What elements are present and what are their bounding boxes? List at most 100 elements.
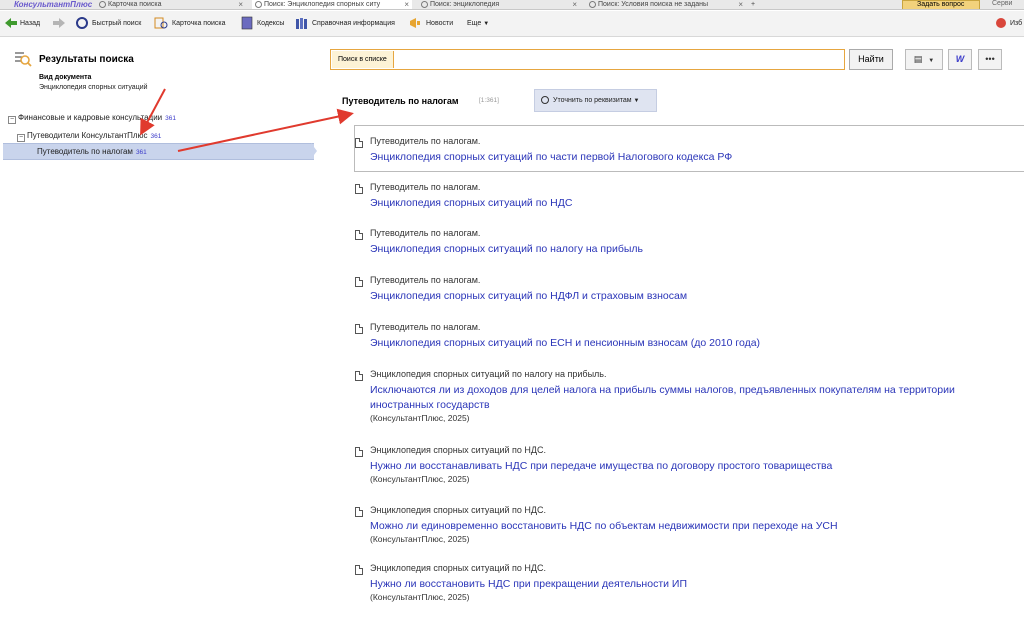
list-item[interactable]: Энциклопедия спорных ситуаций по НДС. Мо… (354, 495, 1024, 553)
result-title-link[interactable]: Энциклопедия спорных ситуаций по налогу … (370, 242, 1020, 257)
document-icon (355, 507, 363, 517)
tree-item-financial[interactable]: − Финансовые и кадровые консультации 361 (8, 113, 176, 124)
tab-no-conditions[interactable]: Поиск: Условия поиска не заданы × (586, 0, 746, 9)
left-panel: Результаты поиска Вид документа Энциклоп… (0, 37, 320, 625)
brand-logo: КонсультантПлюс (14, 0, 93, 9)
search-icon (76, 17, 88, 29)
result-publication: (КонсультантПлюс, 2025) (370, 534, 470, 544)
tab-bar: КонсультантПлюс Карточка поиска × Поиск:… (0, 0, 1024, 10)
list-item[interactable]: Путеводитель по налогам. Энциклопедия сп… (354, 125, 1024, 171)
result-source: Энциклопедия спорных ситуаций по НДС. (370, 563, 547, 573)
chevron-down-icon: ▼ (633, 98, 640, 104)
close-icon[interactable]: × (238, 0, 243, 9)
doc-kind-label: Вид документа (39, 74, 92, 81)
search-in-list-bar: Поиск в списке (330, 49, 845, 70)
back-arrow-icon[interactable] (4, 16, 18, 30)
tree-count: 361 (165, 115, 176, 122)
result-source: Энциклопедия спорных ситуаций по НДС. (370, 445, 547, 455)
codes-book-icon (241, 16, 253, 30)
chevron-down-icon: ▼ (483, 21, 490, 27)
reference-books-icon (296, 18, 307, 29)
tab-encyclopedia-search[interactable]: Поиск: Энциклопедия спорных ситу × (252, 0, 412, 9)
result-title-link[interactable]: Энциклопедия спорных ситуаций по части п… (370, 150, 1020, 165)
doc-kind-value: Энциклопедия спорных ситуаций (39, 84, 148, 91)
ask-question-button[interactable]: Задать вопрос (902, 0, 980, 9)
find-button[interactable]: Найти (849, 49, 893, 70)
result-publication: (КонсультантПлюс, 2025) (370, 474, 470, 484)
list-item[interactable]: Энциклопедия спорных ситуаций по НДС. Ну… (354, 553, 1024, 611)
list-item[interactable]: Путеводитель по налогам. Энциклопедия сп… (354, 312, 1024, 358)
result-title-link[interactable]: Энциклопедия спорных ситуаций по ЕСН и п… (370, 336, 1020, 351)
results-title: Результаты поиска (39, 54, 134, 65)
word-icon: W (955, 54, 965, 64)
results-header-title: Путеводитель по налогам (342, 96, 459, 106)
codes-button[interactable]: Кодексы (257, 16, 284, 32)
close-icon[interactable]: × (572, 0, 577, 9)
search-input[interactable] (399, 51, 839, 68)
tree-item-guides[interactable]: − Путеводители КонсультантПлюс 361 (17, 131, 161, 142)
document-icon (355, 324, 363, 334)
search-icon (421, 1, 428, 8)
result-title-link[interactable]: Энциклопедия спорных ситуаций по НДФЛ и … (370, 289, 1020, 304)
document-icon (355, 447, 363, 457)
result-source: Путеводитель по налогам. (370, 322, 481, 332)
result-title-link[interactable]: Энциклопедия спорных ситуаций по НДС (370, 196, 1020, 211)
result-publication: (КонсультантПлюс, 2025) (370, 413, 470, 423)
collapse-icon[interactable]: − (17, 134, 25, 142)
tree-selection-pointer (311, 143, 317, 159)
result-title-link[interactable]: Нужно ли восстанавливать НДС при передач… (370, 459, 1020, 474)
tree-count: 361 (135, 149, 147, 156)
search-icon (541, 96, 549, 104)
result-title-link[interactable]: Исключаются ли из доходов для целей нало… (370, 383, 1020, 413)
new-tab-button[interactable]: + (748, 0, 762, 9)
ellipsis-icon: ••• (985, 54, 995, 64)
result-title-link[interactable]: Можно ли единовременно восстановить НДС … (370, 519, 1020, 534)
word-export-button[interactable]: W (948, 49, 972, 70)
results-header-count: [1:361] (479, 97, 499, 104)
result-source: Путеводитель по налогам. (370, 275, 481, 285)
close-icon[interactable]: × (404, 0, 409, 9)
tree-item-tax-guide[interactable]: Путеводитель по налогам 361 (37, 147, 147, 156)
favorites-icon (996, 18, 1006, 28)
tab-encyclopedia[interactable]: Поиск: энциклопедия × (418, 0, 580, 9)
back-button[interactable]: Назад (20, 16, 40, 32)
collapse-icon[interactable]: − (8, 116, 16, 124)
list-item[interactable]: Энциклопедия спорных ситуаций по налогу … (354, 359, 1024, 435)
refine-by-attributes-button[interactable]: Уточнить по реквизитам ▼ (534, 89, 657, 112)
forward-arrow-icon[interactable] (52, 16, 66, 30)
quick-search-button[interactable]: Быстрый поиск (92, 16, 141, 32)
document-icon (355, 277, 363, 287)
search-icon (99, 1, 106, 8)
service-menu[interactable]: Серви (992, 0, 1012, 7)
search-icon (589, 1, 596, 8)
document-icon (355, 184, 363, 194)
document-icon (355, 138, 363, 148)
news-megaphone-icon (410, 18, 420, 28)
more-menu-button[interactable]: Еще ▼ (467, 16, 489, 32)
tree-count: 361 (150, 133, 162, 140)
document-icon (355, 565, 363, 575)
result-source: Путеводитель по налогам. (370, 182, 481, 192)
list-item[interactable]: Путеводитель по налогам. Энциклопедия сп… (354, 265, 1024, 311)
favorites-button[interactable]: Изб (1010, 16, 1022, 32)
result-source: Энциклопедия спорных ситуаций по налогу … (370, 369, 607, 379)
search-card-button[interactable]: Карточка поиска (172, 16, 225, 32)
results-list: Путеводитель по налогам. Энциклопедия сп… (330, 125, 1024, 625)
list-item[interactable]: Путеводитель по налогам. Энциклопедия сп… (354, 218, 1024, 264)
more-options-button[interactable]: ••• (978, 49, 1002, 70)
list-item[interactable]: Путеводитель по налогам. Энциклопедия сп… (354, 171, 1024, 217)
toolbar: Назад Быстрый поиск Карточка поиска Коде… (0, 11, 1024, 37)
result-publication: (КонсультантПлюс, 2025) (370, 592, 470, 602)
tab-search-card[interactable]: Карточка поиска × (96, 0, 246, 9)
document-icon (355, 230, 363, 240)
reference-button[interactable]: Справочная информация (312, 16, 395, 32)
result-source: Энциклопедия спорных ситуаций по НДС. (370, 505, 547, 515)
document-icon (355, 371, 363, 381)
list-item[interactable]: Энциклопедия спорных ситуаций по НДС. Ну… (354, 435, 1024, 493)
search-results-icon (15, 52, 32, 67)
print-button[interactable]: ▤ ▼ (905, 49, 943, 70)
search-in-list-label: Поиск в списке (332, 51, 394, 68)
result-title-link[interactable]: Нужно ли восстановить НДС при прекращени… (370, 577, 1020, 592)
news-button[interactable]: Новости (426, 16, 453, 32)
close-icon[interactable]: × (738, 0, 743, 9)
